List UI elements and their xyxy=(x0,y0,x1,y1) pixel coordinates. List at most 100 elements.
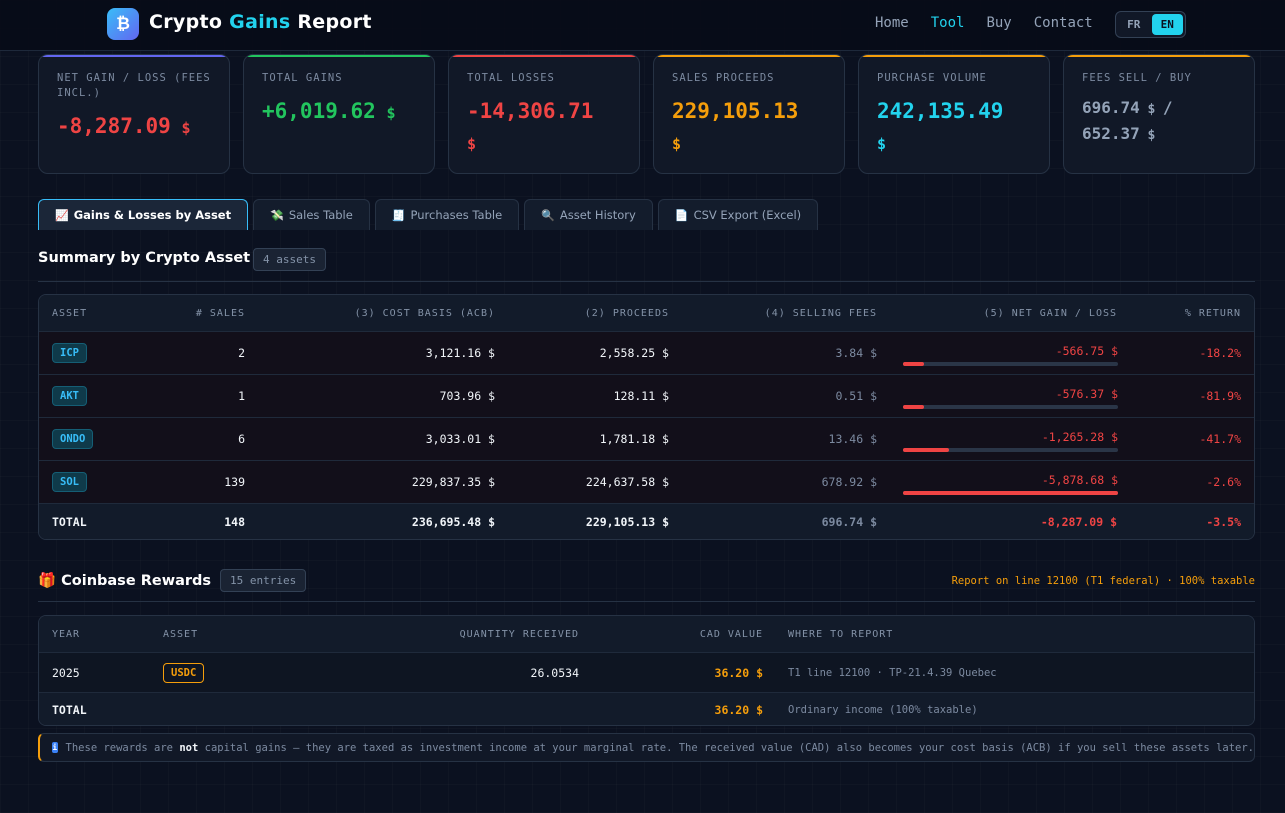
col-fees[interactable]: (4) SELLING FEES xyxy=(765,295,877,331)
stat-value: 242,135.49 $ xyxy=(877,96,1031,160)
table-row[interactable]: SOL 139 229,837.35 $ 224,637.58 $ 678.92… xyxy=(39,460,1254,503)
rewards-title: 🎁 Coinbase Rewards xyxy=(38,572,211,589)
summary-divider xyxy=(38,281,1255,282)
gift-icon: 🎁 xyxy=(38,573,57,589)
nav-buy-link[interactable]: Buy xyxy=(986,15,1011,31)
fees-value: 0.51 $ xyxy=(835,389,877,403)
lang-fr-button[interactable]: FR xyxy=(1118,14,1150,35)
rewards-total-label: TOTAL xyxy=(52,702,87,717)
receipt-icon: 🧾 xyxy=(391,208,406,222)
net-value: -1,265.28 $ xyxy=(1041,430,1118,444)
asset-tag[interactable]: AKT xyxy=(52,386,87,406)
brand-accent: Gains xyxy=(229,11,291,33)
notice-pre: These rewards are xyxy=(65,741,180,754)
tab-gains-losses[interactable]: 📈 Gains & Losses by Asset xyxy=(38,199,249,230)
report-tabs: 📈 Gains & Losses by Asset 💸 Sales Table … xyxy=(38,199,819,230)
asset-count-badge: 4 assets xyxy=(253,248,326,271)
total-acb: 236,695.48 $ xyxy=(411,514,495,529)
brand-part2: Report xyxy=(297,11,372,33)
summary-total-row: TOTAL 148 236,695.48 $ 229,105.13 $ 696.… xyxy=(39,503,1254,539)
rewards-title-text: Coinbase Rewards xyxy=(61,573,212,589)
stat-label: TOTAL GAINS xyxy=(262,72,343,84)
col-where[interactable]: WHERE TO REPORT xyxy=(788,616,893,652)
brand-title[interactable]: Crypto Gains Report xyxy=(149,11,372,33)
table-row[interactable]: ONDO 6 3,033.01 $ 1,781.18 $ 13.46 $ -1,… xyxy=(39,417,1254,460)
tab-csv-export[interactable]: 📄 CSV Export (Excel) xyxy=(657,199,819,230)
table-row[interactable]: ICP 2 3,121.16 $ 2,558.25 $ 3.84 $ -566.… xyxy=(39,331,1254,374)
col-cad-value[interactable]: CAD VALUE xyxy=(700,616,763,652)
bitcoin-logo-icon[interactable]: ₿ xyxy=(107,8,139,40)
rewards-total-where: Ordinary income (100% taxable) xyxy=(788,703,978,716)
col-net[interactable]: (5) NET GAIN / LOSS xyxy=(984,295,1117,331)
net-cell: -576.37 $ xyxy=(903,375,1118,417)
net-bar-track xyxy=(903,448,1118,452)
sales-count: 6 xyxy=(238,432,245,446)
net-value: -5,878.68 $ xyxy=(1041,473,1118,487)
tab-asset-history[interactable]: 🔍 Asset History xyxy=(524,199,653,230)
table-row[interactable]: 2025 USDC 26.0534 36.20 $ T1 line 12100 … xyxy=(39,652,1254,692)
stat-currency: $ xyxy=(386,104,396,122)
stat-label: SALES PROCEEDS xyxy=(672,72,775,84)
col-year[interactable]: YEAR xyxy=(52,616,80,652)
col-return[interactable]: % RETURN xyxy=(1185,295,1241,331)
proceeds-value: 2,558.25 $ xyxy=(599,346,669,360)
rewards-count-badge: 15 entries xyxy=(220,569,307,592)
stat-value: -14,306.71 $ xyxy=(467,96,621,160)
summary-table: ASSET # SALES (3) COST BASIS (ACB) (2) P… xyxy=(38,294,1255,540)
table-row[interactable]: AKT 1 703.96 $ 128.11 $ 0.51 $ -576.37 $… xyxy=(39,374,1254,417)
fees-value: 678.92 $ xyxy=(821,475,877,489)
nav-home-link[interactable]: Home xyxy=(875,15,909,31)
proceeds-value: 1,781.18 $ xyxy=(599,432,669,446)
return-value: -2.6% xyxy=(1206,475,1241,489)
tab-purchases-table[interactable]: 🧾 Purchases Table xyxy=(374,199,520,230)
col-quantity[interactable]: QUANTITY RECEIVED xyxy=(460,616,579,652)
lang-en-button[interactable]: EN xyxy=(1151,14,1183,35)
tax-notice: i These rewards are not capital gains — … xyxy=(38,733,1255,762)
tab-sales-table[interactable]: 💸 Sales Table xyxy=(253,199,370,230)
nav-contact-link[interactable]: Contact xyxy=(1034,15,1093,31)
stat-number: 242,135.49 xyxy=(877,99,1004,123)
net-cell: -566.75 $ xyxy=(903,332,1118,374)
rewards-table-header: YEAR ASSET QUANTITY RECEIVED CAD VALUE W… xyxy=(39,616,1254,652)
reward-quantity: 26.0534 xyxy=(530,665,579,680)
summary-table-header: ASSET # SALES (3) COST BASIS (ACB) (2) P… xyxy=(39,295,1254,331)
col-asset[interactable]: ASSET xyxy=(163,616,198,652)
sales-count: 139 xyxy=(224,475,245,489)
rewards-table: YEAR ASSET QUANTITY RECEIVED CAD VALUE W… xyxy=(38,615,1255,726)
nav-links: Home Tool Buy Contact xyxy=(875,15,1115,31)
col-acb[interactable]: (3) COST BASIS (ACB) xyxy=(355,295,495,331)
language-toggle: FR EN xyxy=(1115,11,1186,38)
asset-tag[interactable]: SOL xyxy=(52,472,87,492)
document-icon: 📄 xyxy=(674,208,689,222)
net-cell: -1,265.28 $ xyxy=(903,418,1118,460)
stat-card-proceeds: SALES PROCEEDS 229,105.13 $ xyxy=(653,54,845,174)
stat-value: 229,105.13 $ xyxy=(672,96,826,160)
asset-tag[interactable]: ONDO xyxy=(52,429,94,449)
col-asset[interactable]: ASSET xyxy=(52,295,87,331)
col-proceeds[interactable]: (2) PROCEEDS xyxy=(585,295,669,331)
rewards-divider xyxy=(38,601,1255,602)
asset-tag[interactable]: ICP xyxy=(52,343,87,363)
tab-label: Gains & Losses by Asset xyxy=(73,208,232,222)
tab-label: Purchases Table xyxy=(410,208,503,222)
net-bar-fill xyxy=(903,448,950,452)
stat-label: FEES SELL / BUY xyxy=(1082,72,1192,84)
stat-card-purchase: PURCHASE VOLUME 242,135.49 $ xyxy=(858,54,1050,174)
stat-number-2: 652.37 xyxy=(1082,124,1140,143)
return-value: -18.2% xyxy=(1199,346,1241,360)
top-navbar: ₿ Crypto Gains Report Home Tool Buy Cont… xyxy=(0,0,1285,51)
net-bar-fill xyxy=(903,405,925,409)
net-value: -576.37 $ xyxy=(1055,387,1118,401)
tab-label: Asset History xyxy=(559,208,636,222)
nav-tool-link[interactable]: Tool xyxy=(931,15,965,31)
fees-value: 3.84 $ xyxy=(835,346,877,360)
asset-tag[interactable]: USDC xyxy=(163,662,205,683)
reward-cad: 36.20 $ xyxy=(714,665,763,680)
net-value: -566.75 $ xyxy=(1055,344,1118,358)
total-sales: 148 xyxy=(224,514,245,529)
stat-number: -14,306.71 xyxy=(467,99,594,123)
stat-value: +6,019.62 $ xyxy=(262,96,416,129)
net-cell: -5,878.68 $ xyxy=(903,461,1118,503)
col-sales[interactable]: # SALES xyxy=(196,295,245,331)
stat-label: PURCHASE VOLUME xyxy=(877,72,987,84)
